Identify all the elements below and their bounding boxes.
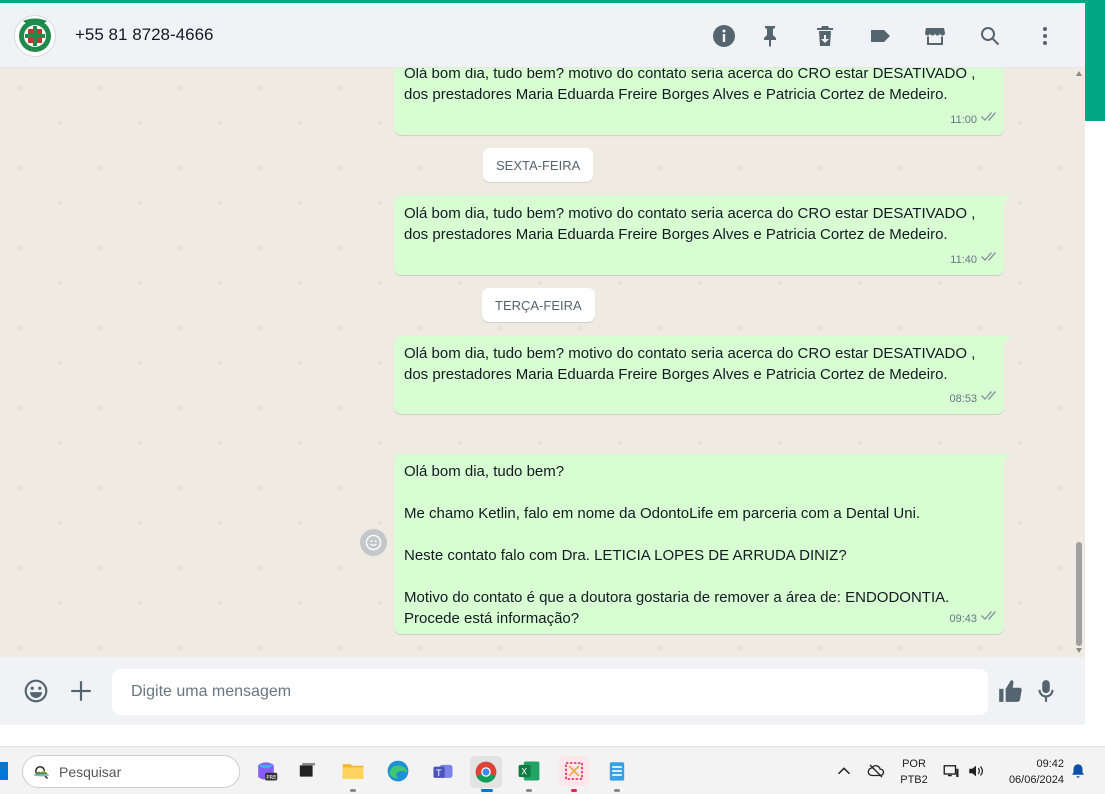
double-check-icon xyxy=(980,389,996,410)
message-text: Olá bom dia, tudo bem? motivo do contato… xyxy=(404,205,976,243)
desktop-gap xyxy=(0,725,1105,746)
svg-text:T: T xyxy=(435,769,442,779)
file-explorer-icon[interactable] xyxy=(338,756,368,786)
double-check-icon xyxy=(980,250,996,271)
excel-icon[interactable]: X xyxy=(514,756,544,786)
scrollbar-thumb[interactable] xyxy=(1076,542,1082,646)
teams-icon[interactable]: T xyxy=(428,756,458,786)
label-icon[interactable] xyxy=(865,21,895,51)
snipping-tool-icon[interactable] xyxy=(559,756,589,786)
message-text: Olá bom dia, tudo bem? Me chamo Ketlin, … xyxy=(404,463,950,627)
language-code: POR xyxy=(902,758,926,770)
volume-icon[interactable] xyxy=(966,761,986,781)
attach-plus-icon[interactable] xyxy=(66,676,96,706)
info-icon[interactable] xyxy=(709,21,739,51)
message-composer xyxy=(0,657,1085,725)
search-highlight-icon xyxy=(33,770,50,777)
windows-taskbar: Pesquisar PRE T X POR PTB2 09:42 06/06/2… xyxy=(0,746,1105,794)
chrome-icon[interactable] xyxy=(470,756,502,788)
message-text: Olá bom dia, tudo bem? motivo do contato… xyxy=(404,345,976,383)
system-clock[interactable]: 09:42 06/06/2024 xyxy=(998,756,1064,788)
emoji-icon[interactable] xyxy=(21,676,51,706)
search-icon[interactable] xyxy=(975,21,1005,51)
edge-icon[interactable] xyxy=(383,756,413,786)
cloud-offline-icon[interactable] xyxy=(866,761,886,781)
react-emoji-button[interactable] xyxy=(360,529,387,556)
notification-bell-icon[interactable] xyxy=(1068,761,1088,781)
pin-icon[interactable] xyxy=(755,21,785,51)
double-check-icon xyxy=(980,110,996,131)
message-bubble[interactable]: Olá bom dia, tudo bem? motivo do contato… xyxy=(394,68,1004,135)
taskbar-search-label: Pesquisar xyxy=(59,764,122,780)
running-indicator xyxy=(526,789,532,792)
thumbs-up-icon[interactable] xyxy=(995,676,1025,706)
svg-text:X: X xyxy=(521,767,527,777)
running-indicator xyxy=(614,789,620,792)
active-indicator xyxy=(481,789,493,792)
language-indicator[interactable]: POR PTB2 xyxy=(896,756,932,788)
contact-name[interactable]: +55 81 8728-4666 xyxy=(75,25,214,45)
microphone-icon[interactable] xyxy=(1031,676,1061,706)
window-right-accent xyxy=(1085,3,1105,121)
chat-scrollbar[interactable] xyxy=(1073,68,1085,657)
running-indicator xyxy=(350,789,356,792)
message-time: 11:00 xyxy=(950,114,977,126)
message-meta: 09:43 xyxy=(949,609,996,630)
notepad-icon[interactable] xyxy=(602,756,632,786)
contact-logo-icon xyxy=(19,18,51,52)
message-meta: 08:53 xyxy=(949,389,996,410)
double-check-icon xyxy=(980,609,996,630)
message-text: Olá bom dia, tudo bem? motivo do contato… xyxy=(404,68,976,103)
svg-text:PRE: PRE xyxy=(266,775,276,781)
start-icon[interactable] xyxy=(0,762,8,780)
copilot-icon[interactable]: PRE xyxy=(251,756,281,786)
date-separator: TERÇA-FEIRA xyxy=(482,288,595,322)
message-bubble[interactable]: Olá bom dia, tudo bem? motivo do contato… xyxy=(394,336,1011,414)
scroll-down-arrow-icon[interactable] xyxy=(1076,648,1082,653)
catalog-icon[interactable] xyxy=(920,21,950,51)
message-bubble[interactable]: Olá bom dia, tudo bem? motivo do contato… xyxy=(394,196,1011,275)
clock-date: 06/06/2024 xyxy=(1008,774,1064,786)
message-time: 09:43 xyxy=(949,613,977,625)
message-meta: 11:40 xyxy=(950,250,996,271)
chat-header: +55 81 8728-4666 xyxy=(0,3,1085,68)
message-time: 08:53 xyxy=(949,393,977,405)
network-icon[interactable] xyxy=(941,761,961,781)
running-indicator xyxy=(571,789,577,792)
smiley-icon xyxy=(365,534,382,551)
message-time: 11:40 xyxy=(950,254,977,266)
clock-time: 09:42 xyxy=(1036,758,1064,770)
chevron-up-icon[interactable] xyxy=(834,761,854,781)
delete-icon[interactable] xyxy=(810,21,840,51)
scroll-up-arrow-icon[interactable] xyxy=(1076,71,1082,76)
window-right-edge xyxy=(1085,121,1105,746)
message-bubble[interactable]: Olá bom dia, tudo bem? Me chamo Ketlin, … xyxy=(394,454,1011,634)
chat-area: Olá bom dia, tudo bem? motivo do contato… xyxy=(0,68,1085,657)
contact-avatar[interactable] xyxy=(14,15,56,57)
keyboard-layout: PTB2 xyxy=(900,774,928,786)
taskbar-search[interactable]: Pesquisar xyxy=(22,755,240,788)
message-meta: 11:00 xyxy=(950,110,996,131)
message-input[interactable] xyxy=(112,669,988,715)
date-separator: SEXTA-FEIRA xyxy=(483,148,594,182)
menu-icon[interactable] xyxy=(1030,21,1060,51)
task-view-icon[interactable] xyxy=(292,756,322,786)
